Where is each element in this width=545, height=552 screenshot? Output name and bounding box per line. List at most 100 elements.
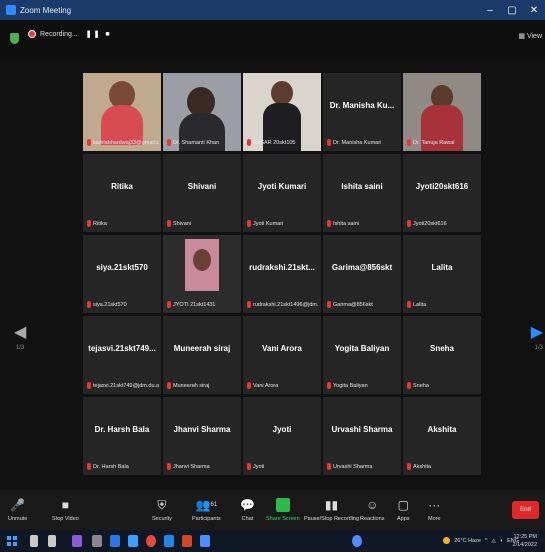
participant-tile[interactable]: Akshita Akshita: [403, 397, 481, 475]
participant-name-text: Jyoti Kumari: [253, 220, 284, 227]
muted-mic-icon: [87, 220, 91, 227]
next-page-arrow-icon[interactable]: ▶: [531, 322, 543, 342]
security-button[interactable]: ⛨ Security: [152, 494, 172, 523]
security-shield-icon[interactable]: [10, 33, 19, 44]
participant-tile[interactable]: Jyoti Jyoti: [243, 397, 321, 475]
stop-video-button[interactable]: ■ Stop Video: [52, 494, 79, 522]
participant-tile[interactable]: Dr. Harsh Bala Dr. Harsh Bala: [83, 397, 161, 475]
participant-display-name: Dr. Harsh Bala: [94, 425, 150, 434]
end-meeting-button[interactable]: End: [512, 501, 539, 519]
participant-tile[interactable]: Dr. Shamanti Khan: [163, 73, 241, 151]
windows-start-icon[interactable]: [7, 536, 17, 546]
weather-label: 26°C Haze: [454, 537, 481, 544]
participant-tile[interactable]: Dr. Tanuja Rawal: [403, 73, 481, 151]
view-button[interactable]: ▦ View: [518, 32, 542, 40]
browser-icon[interactable]: [352, 535, 362, 547]
share-screen-button[interactable]: Share Screen: [266, 494, 300, 522]
participant-tile[interactable]: Jyoti Kumari Jyoti Kumari: [243, 154, 321, 232]
teams-icon[interactable]: [72, 535, 82, 547]
tray-chevron-icon[interactable]: ^: [485, 538, 488, 544]
muted-mic-icon: [87, 301, 91, 308]
muted-mic-icon: [327, 463, 331, 470]
search-icon[interactable]: [30, 535, 38, 547]
participant-tile[interactable]: Lalita Lalita: [403, 235, 481, 313]
participant-name-text: tejasvi.21skt749@jdm.du.ac...: [93, 382, 159, 389]
participant-tile[interactable]: Jyoti20skt616 Jyoti20skt616: [403, 154, 481, 232]
participant-tile[interactable]: JYOTI 21skt1431: [163, 235, 241, 313]
page-indicator-left: 1/3: [16, 345, 25, 351]
participant-display-name: Dr. Manisha Ku...: [329, 101, 395, 110]
network-icon[interactable]: ◬: [492, 538, 496, 544]
participant-tile[interactable]: Jhanvi Sharma Jhanvi Sharma: [163, 397, 241, 475]
participant-tile[interactable]: Muneerah siraj Muneerah siraj: [163, 316, 241, 394]
muted-mic-icon: [167, 139, 171, 146]
muted-mic-icon: [87, 463, 91, 470]
muted-mic-icon: [167, 463, 171, 470]
participants-button[interactable]: 👥 61 Participants: [192, 494, 221, 522]
video-app-icon[interactable]: [200, 535, 210, 547]
participant-tile[interactable]: tejasvi.21skt749... tejasvi.21skt749@jdm.…: [83, 316, 161, 394]
reactions-button[interactable]: ☺ Reactions: [360, 494, 384, 522]
participant-display-name: Jhanvi Sharma: [173, 425, 231, 434]
participant-name-label: Dr. Harsh Bala: [87, 463, 159, 470]
participant-tile[interactable]: Ishita saini Ishita saini: [323, 154, 401, 232]
weather-sun-icon: [443, 537, 451, 544]
participant-name-label: Ritika: [87, 220, 159, 227]
taskbar-clock[interactable]: 12:25 PM 2/14/2022: [513, 533, 537, 549]
task-view-icon[interactable]: [48, 535, 56, 547]
participant-tile[interactable]: rudrakshi.21skt... rudrakshi.21skt1496@jd…: [243, 235, 321, 313]
participants-count: 61: [210, 502, 218, 508]
apps-icon: ▢: [397, 498, 409, 512]
participant-name-label: Dr. Manisha Kumari: [327, 139, 399, 146]
participant-display-name: Jyoti Kumari: [257, 182, 307, 191]
participant-name-label: Jyoti: [247, 463, 319, 470]
participant-name-text: Lalita: [413, 301, 427, 308]
powerpoint-icon[interactable]: [182, 535, 192, 547]
close-button[interactable]: ✕: [523, 5, 545, 16]
word-icon[interactable]: [164, 535, 174, 547]
participant-display-name: Vani Arora: [262, 344, 302, 353]
windows-taskbar: 26°C Haze ^ ◬ ◖ ENG 12:25 PM 2/14/2022: [0, 530, 545, 552]
participant-name-text: kamlabhardwaj33@gmail.c...: [93, 139, 159, 146]
participant-tile[interactable]: Yogita Baliyan Yogita Baliyan: [323, 316, 401, 394]
chat-button[interactable]: 💬 Chat: [240, 494, 255, 522]
more-button[interactable]: ··· More: [428, 494, 441, 522]
participant-name-label: Shivani: [167, 220, 239, 227]
participant-tile[interactable]: Dr. Manisha Ku... Dr. Manisha Kumari: [323, 73, 401, 151]
participant-name-text: Urvashi Sharma: [333, 463, 373, 470]
participant-tile[interactable]: ABSAR 20skt105: [243, 73, 321, 151]
clock-time: 12:25 PM: [513, 534, 537, 540]
chrome-icon[interactable]: [146, 535, 156, 547]
participant-tile[interactable]: kamlabhardwaj33@gmail.c...: [83, 73, 161, 151]
calculator-icon[interactable]: [92, 535, 102, 547]
app-icon[interactable]: [110, 535, 120, 547]
apps-label: Apps: [397, 516, 410, 522]
more-dots-icon: ···: [428, 498, 441, 512]
participant-tile[interactable]: Sneha Sneha: [403, 316, 481, 394]
participant-name-label: Urvashi Sharma: [327, 463, 399, 470]
minimize-button[interactable]: –: [479, 5, 501, 16]
participant-name-label: Muneerah siraj: [167, 382, 239, 389]
shield-icon: ⛨: [157, 497, 167, 512]
recording-pause-stop-controls[interactable]: ❚❚ ■: [86, 30, 112, 38]
previous-page-arrow-icon[interactable]: ◀: [14, 322, 26, 342]
participant-name-label: Sneha: [407, 382, 479, 389]
unmute-button[interactable]: 🎤 Unmute: [8, 494, 27, 522]
participant-tile[interactable]: Vani Arora Vani Arora: [243, 316, 321, 394]
participant-display-name: Yogita Baliyan: [334, 344, 390, 353]
participant-display-name: Shivani: [187, 182, 217, 191]
participant-tile[interactable]: Ritika Ritika: [83, 154, 161, 232]
participant-name-label: siya.21skt570: [87, 301, 159, 308]
participant-tile[interactable]: Shivani Shivani: [163, 154, 241, 232]
volume-icon[interactable]: ◖: [500, 538, 503, 544]
participant-tile[interactable]: siya.21skt570 siya.21skt570: [83, 235, 161, 313]
maximize-button[interactable]: ▢: [501, 5, 523, 16]
zoom-taskbar-icon[interactable]: [128, 535, 138, 547]
participant-display-name: Garima@856skt: [331, 263, 393, 272]
participant-name-label: Dr. Shamanti Khan: [167, 139, 239, 146]
muted-mic-icon: [407, 463, 411, 470]
participant-tile[interactable]: Urvashi Sharma Urvashi Sharma: [323, 397, 401, 475]
participant-tile[interactable]: Garima@856skt Garima@856skt: [323, 235, 401, 313]
apps-button[interactable]: ▢ Apps: [397, 494, 410, 522]
pause-stop-recording-button[interactable]: ▮▮ Pause/Stop Recording: [304, 494, 359, 522]
